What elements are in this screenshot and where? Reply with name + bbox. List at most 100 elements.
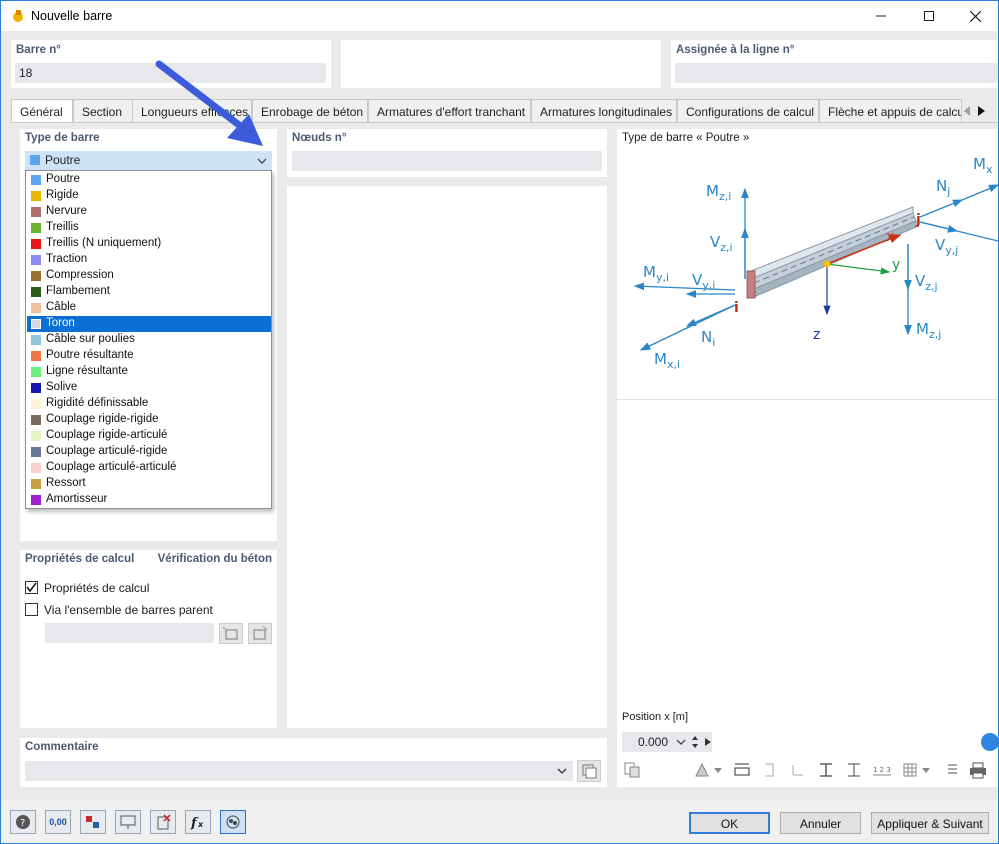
member-type-option[interactable]: Amortisseur xyxy=(27,492,271,508)
close-icon xyxy=(969,10,981,22)
member-type-option[interactable]: Nervure xyxy=(27,204,271,220)
member-type-option[interactable]: Poutre xyxy=(27,172,271,188)
member-type-option[interactable]: Câble sur poulies xyxy=(27,332,271,348)
cancel-button[interactable]: Annuler xyxy=(780,812,861,834)
chevron-down-icon xyxy=(676,739,686,745)
member-type-option[interactable]: Câble xyxy=(27,300,271,316)
grid-dropdown[interactable] xyxy=(921,760,931,780)
tab-section[interactable]: Section xyxy=(73,99,140,123)
diagram-separator xyxy=(617,399,998,400)
delete-button[interactable] xyxy=(150,810,176,834)
member-type-option[interactable]: Rigidité définissable xyxy=(27,396,271,412)
parent-set-checkbox[interactable] xyxy=(25,603,38,616)
member-type-option[interactable]: Rigide xyxy=(27,188,271,204)
help-button[interactable]: ? xyxy=(10,810,36,834)
nodes-panel: Nœuds n° xyxy=(287,129,607,177)
member-type-option[interactable]: Treillis (N uniquement) xyxy=(27,236,271,252)
comment-field[interactable] xyxy=(25,761,573,781)
numbering-button[interactable]: 1 2 3 xyxy=(871,760,893,780)
comment-label: Commentaire xyxy=(25,741,99,753)
comment-library-button[interactable] xyxy=(577,760,601,782)
i-beam-button-1[interactable] xyxy=(815,760,837,780)
member-type-option[interactable]: Poutre résultante xyxy=(27,348,271,364)
member-type-option[interactable]: Solive xyxy=(27,380,271,396)
member-type-option[interactable]: Treillis xyxy=(27,220,271,236)
vzj-label: Vz,j xyxy=(915,272,938,293)
tab-deflection-supports[interactable]: Flèche et appuis de calcul xyxy=(819,99,962,123)
member-type-option[interactable]: Toron xyxy=(27,316,271,332)
dimension-button[interactable] xyxy=(731,760,753,780)
minimize-button[interactable] xyxy=(858,1,904,31)
member-type-option-label: Poutre résultante xyxy=(46,349,134,361)
apply-next-button[interactable]: Appliquer & Suivant xyxy=(871,812,989,834)
member-type-option[interactable]: Ligne résultante xyxy=(27,364,271,380)
chevron-down-icon xyxy=(557,768,567,774)
concrete-design-link[interactable]: Vérification du béton xyxy=(158,553,272,565)
tab-general[interactable]: Général xyxy=(11,99,73,124)
nodes-field[interactable] xyxy=(292,151,602,171)
member-type-option-label: Nervure xyxy=(46,205,87,217)
member-type-swatch xyxy=(30,155,40,165)
step-right-icon xyxy=(705,738,711,746)
assigned-line-field[interactable] xyxy=(675,63,998,83)
chevron-left-icon xyxy=(964,106,970,116)
ok-button[interactable]: OK xyxy=(689,812,770,834)
tab-scroll-right-button[interactable] xyxy=(975,102,987,120)
spinner-icon xyxy=(692,736,698,748)
mxi-label: Mx,i xyxy=(654,350,681,371)
units-button[interactable]: 0,00 xyxy=(45,810,71,834)
member-type-option[interactable]: Couplage rigide-articulé xyxy=(27,428,271,444)
edit-set-button[interactable] xyxy=(248,623,272,644)
parent-set-field[interactable] xyxy=(45,623,214,643)
vyi-label: Vy,i xyxy=(692,271,716,292)
member-type-selected: Poutre xyxy=(45,153,81,167)
position-input[interactable]: 0.000 xyxy=(622,732,712,752)
svg-text:x: x xyxy=(197,820,204,829)
close-button[interactable] xyxy=(952,1,998,31)
color-swatch xyxy=(31,399,41,409)
model-button[interactable] xyxy=(220,810,246,834)
tab-design-configurations[interactable]: Configurations de calcul xyxy=(677,99,819,123)
diagram-panel: Type de barre « Poutre » i j x y z Mz,i … xyxy=(617,129,998,787)
i-beam-icon xyxy=(820,763,832,777)
info-indicator[interactable] xyxy=(981,733,998,751)
view-button[interactable] xyxy=(115,810,141,834)
diagram-tool-1[interactable] xyxy=(621,760,643,780)
tab-longitudinal-reinforcement[interactable]: Armatures longitudinales xyxy=(531,99,677,123)
title-bar: Nouvelle barre xyxy=(1,1,998,31)
tab-shear-reinforcement[interactable]: Armatures d'effort tranchant xyxy=(368,99,531,123)
tool-button-3[interactable] xyxy=(759,760,781,780)
member-type-option-label: Câble sur poulies xyxy=(46,333,135,345)
view-mode-dropdown[interactable] xyxy=(713,760,723,780)
formula-button[interactable]: fx xyxy=(185,810,211,834)
i-beam-outline-icon xyxy=(848,763,860,777)
list-icon xyxy=(948,764,957,774)
member-type-option-label: Rigidité définissable xyxy=(46,397,149,409)
i-beam-button-2[interactable] xyxy=(843,760,865,780)
view-mode-button[interactable] xyxy=(691,760,713,780)
comment-panel: Commentaire xyxy=(20,738,607,787)
member-type-option[interactable]: Flambement xyxy=(27,284,271,300)
member-type-option[interactable]: Traction xyxy=(27,252,271,268)
calc-properties-checkbox[interactable] xyxy=(25,581,38,594)
member-type-option[interactable]: Couplage articulé-rigide xyxy=(27,444,271,460)
comment-dropdown-button[interactable] xyxy=(556,765,568,780)
assigned-line-panel: Assignée à la ligne n° xyxy=(671,40,998,88)
print-button[interactable] xyxy=(967,760,989,780)
member-type-option-label: Ressort xyxy=(46,477,86,489)
member-type-option[interactable]: Couplage articulé-articulé xyxy=(27,460,271,476)
member-type-option[interactable]: Ressort xyxy=(27,476,271,492)
maximize-button[interactable] xyxy=(906,1,952,31)
mzj-label: Mz,j xyxy=(916,320,942,341)
tool-button-4[interactable] xyxy=(787,760,809,780)
tab-scroll-left-button[interactable] xyxy=(962,102,972,120)
member-type-option[interactable]: Compression xyxy=(27,268,271,284)
calc-properties-label: Propriétés de calcul xyxy=(25,553,135,565)
position-value: 0.000 xyxy=(638,735,669,749)
new-set-button[interactable] xyxy=(219,623,243,644)
member-type-option[interactable]: Couplage rigide-rigide xyxy=(27,412,271,428)
display-button[interactable] xyxy=(80,810,106,834)
grid-button[interactable] xyxy=(899,760,921,780)
list-button[interactable] xyxy=(941,760,963,780)
color-swatch xyxy=(31,271,41,281)
